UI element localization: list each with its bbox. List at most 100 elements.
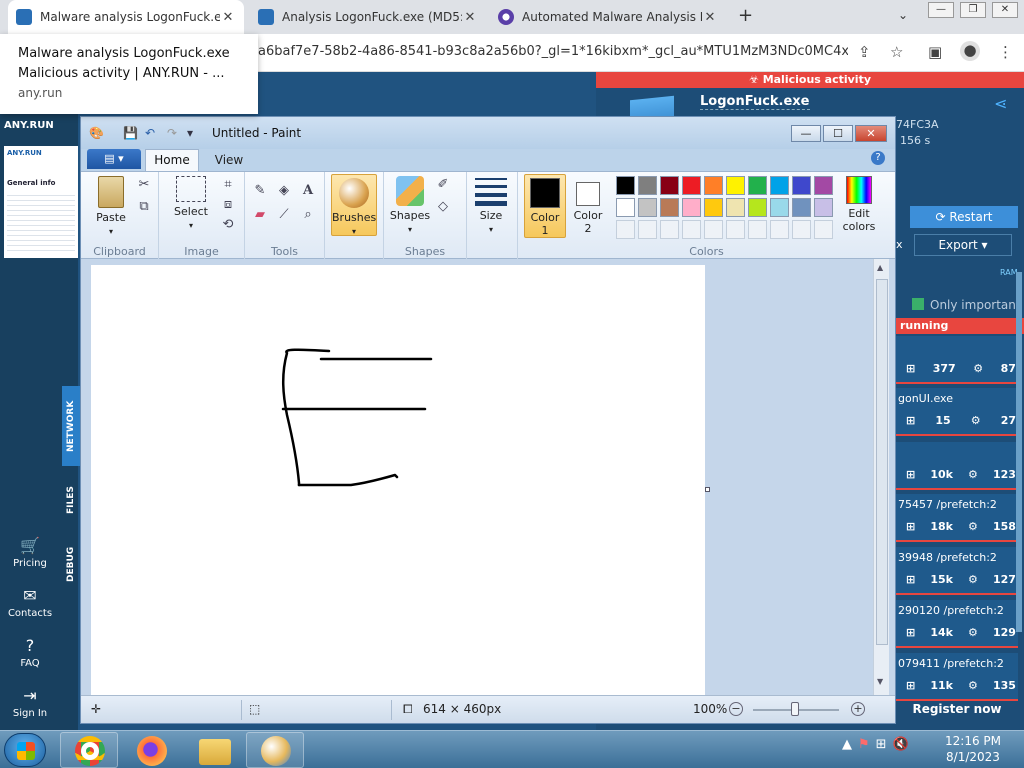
palette-swatch[interactable] bbox=[660, 198, 679, 217]
palette-custom-swatch[interactable] bbox=[638, 220, 657, 239]
vertical-scrollbar[interactable]: ▲ ▼ bbox=[873, 259, 889, 695]
save-icon[interactable]: 💾 bbox=[123, 126, 138, 140]
palette-swatch[interactable] bbox=[616, 198, 635, 217]
process-row[interactable]: 39948 /prefetch:2 ⊞ 15k ⚙ 127 bbox=[896, 547, 1018, 595]
crop-icon[interactable]: ⌗ bbox=[219, 176, 237, 194]
process-row[interactable]: 079411 /prefetch:2 ⊞ 11k ⚙ 135 bbox=[896, 653, 1018, 701]
minimize-button[interactable]: — bbox=[791, 125, 821, 142]
taskbar-explorer[interactable] bbox=[184, 732, 242, 768]
start-button[interactable] bbox=[4, 733, 46, 767]
taskbar-firefox[interactable] bbox=[122, 732, 180, 768]
process-row[interactable]: ⊞ 377 ⚙ 87 bbox=[896, 336, 1018, 384]
text-icon[interactable]: A bbox=[299, 182, 317, 200]
show-hidden-icons-icon[interactable]: ▲ bbox=[842, 737, 852, 752]
close-icon[interactable]: ✕ bbox=[702, 10, 718, 25]
palette-swatch[interactable] bbox=[770, 176, 789, 195]
resize-icon[interactable]: ⧈ bbox=[219, 196, 237, 214]
process-row[interactable]: ⊞ 10k ⚙ 123 bbox=[896, 442, 1018, 490]
paste-button[interactable]: Paste ▾ bbox=[91, 176, 131, 237]
tab-home[interactable]: Home bbox=[145, 149, 199, 171]
paint-menu-button[interactable]: ▤ ▾ bbox=[87, 149, 141, 169]
undo-icon[interactable]: ↶ bbox=[145, 126, 155, 140]
volume-muted-icon[interactable]: 🔇 bbox=[893, 737, 909, 752]
zoom-slider-thumb[interactable] bbox=[791, 702, 799, 716]
shapes-button[interactable]: Shapes ▾ bbox=[388, 176, 432, 235]
palette-swatch[interactable] bbox=[770, 198, 789, 217]
close-icon[interactable]: ✕ bbox=[220, 10, 236, 25]
color-picker-icon[interactable]: ⟋ bbox=[275, 206, 293, 224]
browser-tab-analysis[interactable]: Analysis LogonFuck.exe (MD5: 9C ✕ bbox=[250, 0, 486, 34]
contacts-link[interactable]: ✉ Contacts bbox=[0, 586, 60, 619]
palette-swatch[interactable] bbox=[814, 176, 833, 195]
sign-in-link[interactable]: ⇥ Sign In bbox=[0, 686, 60, 719]
palette-swatch[interactable] bbox=[638, 198, 657, 217]
panel-scrollbar[interactable] bbox=[1016, 272, 1022, 632]
minimize-button[interactable]: — bbox=[928, 2, 954, 18]
tab-view[interactable]: View bbox=[209, 151, 249, 171]
action-center-icon[interactable]: ⚑ bbox=[858, 737, 870, 752]
new-tab-button[interactable]: + bbox=[738, 5, 753, 26]
color1-button[interactable]: Color 1 bbox=[524, 174, 566, 238]
palette-swatch[interactable] bbox=[792, 198, 811, 217]
share-icon[interactable]: ⇪ bbox=[858, 43, 871, 61]
magnifier-icon[interactable]: ⌕ bbox=[299, 206, 317, 224]
color2-button[interactable]: Color 2 bbox=[568, 176, 608, 235]
customize-quick-access-icon[interactable]: ▾ bbox=[187, 126, 193, 140]
close-button[interactable]: ✕ bbox=[992, 2, 1018, 18]
help-icon[interactable]: ? bbox=[871, 151, 885, 165]
palette-swatch[interactable] bbox=[660, 176, 679, 195]
palette-custom-swatch[interactable] bbox=[770, 220, 789, 239]
palette-swatch[interactable] bbox=[814, 198, 833, 217]
share-icon[interactable]: ⋖ bbox=[994, 94, 1007, 113]
palette-swatch[interactable] bbox=[616, 176, 635, 195]
palette-custom-swatch[interactable] bbox=[726, 220, 745, 239]
tab-files[interactable]: FILES bbox=[62, 470, 80, 530]
profile-avatar-icon[interactable]: ● bbox=[960, 41, 980, 61]
scroll-thumb[interactable] bbox=[876, 279, 888, 645]
address-bar[interactable]: a6baf7e7-58b2-4a86-8541-b93c8a2a56b0?_gl… bbox=[258, 44, 848, 59]
outline-icon[interactable]: ✐ bbox=[434, 176, 452, 194]
maximize-button[interactable]: ❐ bbox=[960, 2, 986, 18]
maximize-button[interactable]: ☐ bbox=[823, 125, 853, 142]
pricing-link[interactable]: 🛒 Pricing bbox=[0, 536, 60, 569]
eraser-icon[interactable]: ▰ bbox=[251, 206, 269, 224]
edit-colors-button[interactable]: Edit colors bbox=[836, 176, 882, 233]
redo-icon[interactable]: ↷ bbox=[167, 126, 177, 140]
canvas-resize-handle[interactable] bbox=[705, 487, 710, 492]
process-row[interactable]: 75457 /prefetch:2 ⊞ 18k ⚙ 158 bbox=[896, 494, 1018, 542]
palette-swatch[interactable] bbox=[748, 198, 767, 217]
palette-custom-swatch[interactable] bbox=[704, 220, 723, 239]
palette-swatch[interactable] bbox=[704, 198, 723, 217]
brushes-button[interactable]: Brushes ▾ bbox=[331, 174, 377, 236]
browser-tab-malware-analysis[interactable]: Malware analysis LogonFuck.exe ✕ bbox=[8, 0, 244, 34]
scroll-down-icon[interactable]: ▼ bbox=[877, 677, 883, 686]
palette-swatch[interactable] bbox=[638, 176, 657, 195]
palette-custom-swatch[interactable] bbox=[682, 220, 701, 239]
bookmark-star-icon[interactable]: ☆ bbox=[890, 43, 903, 61]
paint-title-bar[interactable]: 🎨 💾 ↶ ↷ ▾ Untitled - Paint — ☐ ✕ bbox=[81, 117, 895, 149]
anyrun-logo[interactable]: ANY.RUN bbox=[4, 120, 54, 131]
rotate-icon[interactable]: ⟲ bbox=[219, 216, 237, 234]
export-button[interactable]: Export ▾ bbox=[914, 234, 1012, 256]
pencil-icon[interactable]: ✎ bbox=[251, 182, 269, 200]
process-row[interactable]: gonUI.exe ⊞ 15 ⚙ 27 bbox=[896, 388, 1018, 436]
only-important-toggle[interactable]: Only important bbox=[912, 298, 1021, 312]
close-button[interactable]: ✕ bbox=[855, 125, 887, 142]
zoom-in-button[interactable]: + bbox=[851, 702, 865, 716]
palette-custom-swatch[interactable] bbox=[792, 220, 811, 239]
tab-debug[interactable]: DEBUG bbox=[62, 534, 80, 594]
palette-swatch[interactable] bbox=[726, 176, 745, 195]
select-button[interactable]: Select ▾ bbox=[171, 176, 211, 231]
palette-custom-swatch[interactable] bbox=[748, 220, 767, 239]
report-thumbnail[interactable]: ANY.RUN General info bbox=[4, 146, 78, 258]
palette-swatch[interactable] bbox=[682, 176, 701, 195]
palette-swatch[interactable] bbox=[748, 176, 767, 195]
palette-custom-swatch[interactable] bbox=[814, 220, 833, 239]
zoom-out-button[interactable]: − bbox=[729, 702, 743, 716]
scroll-up-icon[interactable]: ▲ bbox=[877, 263, 883, 272]
fill-style-icon[interactable]: ◇ bbox=[434, 198, 452, 216]
size-button[interactable]: Size ▾ bbox=[471, 176, 511, 235]
browser-tab-automated-analysis[interactable]: Automated Malware Analysis Re ✕ bbox=[490, 0, 726, 34]
drawing-canvas[interactable] bbox=[91, 265, 705, 695]
tab-network[interactable]: NETWORK bbox=[62, 386, 80, 466]
